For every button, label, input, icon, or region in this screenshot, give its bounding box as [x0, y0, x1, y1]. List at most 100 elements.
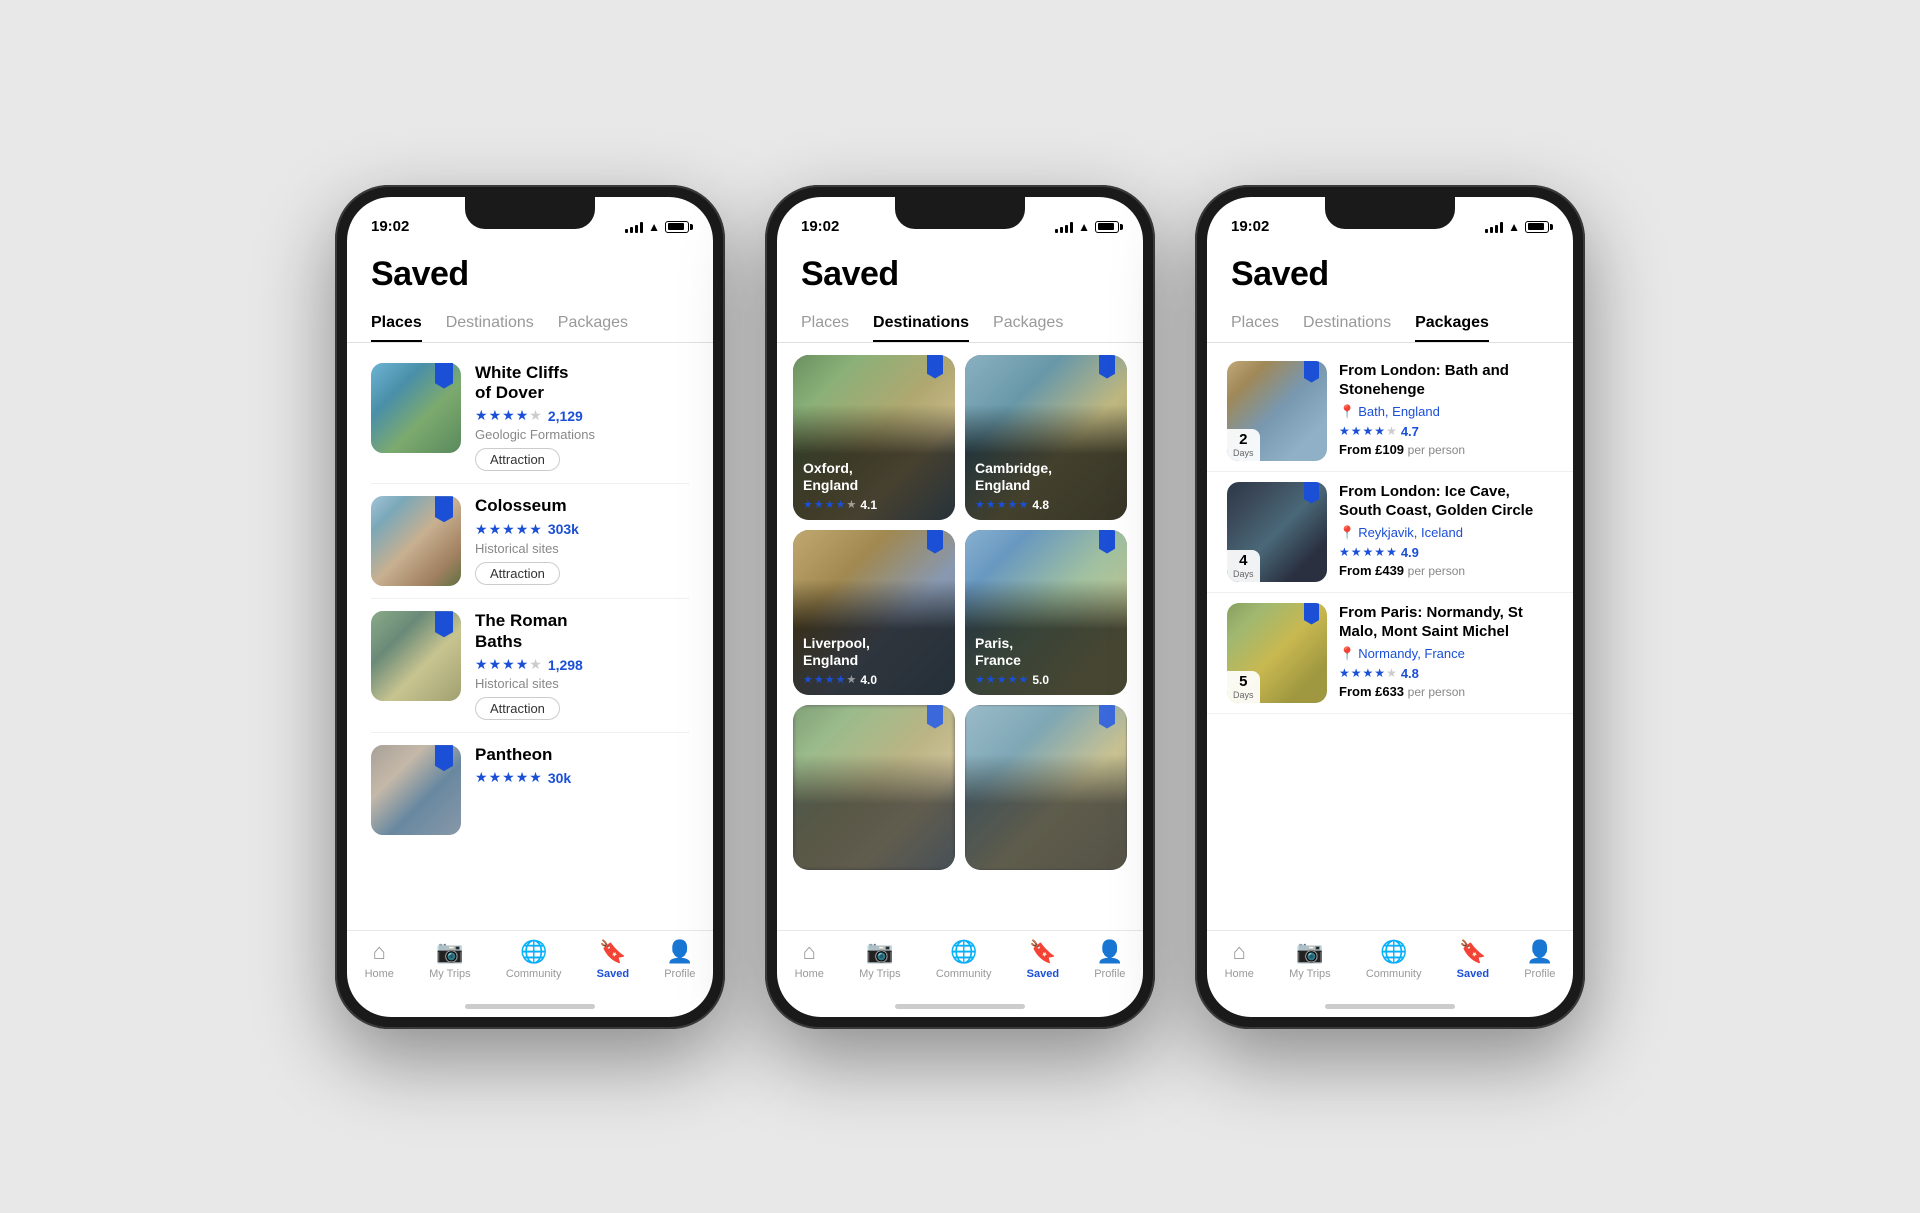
pkg-stars: ★ ★ ★ ★ ★	[1339, 424, 1397, 438]
place-image-wrap	[371, 611, 461, 701]
package-info: From London: Ice Cave, South Coast, Gold…	[1339, 482, 1553, 578]
tab-places[interactable]: Places	[801, 306, 849, 342]
nav-saved[interactable]: 🔖 Saved	[1027, 939, 1059, 980]
home-icon: ⌂	[803, 939, 816, 965]
tab-destinations[interactable]: Destinations	[446, 306, 534, 342]
tabs-places: Places Destinations Packages	[347, 294, 713, 343]
nav-home[interactable]: ⌂ Home	[365, 939, 394, 980]
nav-saved[interactable]: 🔖 Saved	[597, 939, 629, 980]
star-icon: ★	[836, 673, 846, 686]
package-image: 5 Days	[1227, 603, 1327, 703]
nav-profile[interactable]: 👤 Profile	[1524, 939, 1555, 980]
dest-info: Liverpool,England ★ ★ ★ ★ ★	[803, 635, 945, 687]
dest-card-liverpool[interactable]: Liverpool,England ★ ★ ★ ★ ★	[793, 530, 955, 695]
star-icon: ★	[803, 673, 813, 686]
list-item[interactable]: 5 Days From Paris: Normandy, St Malo, Mo…	[1207, 593, 1573, 714]
stars: ★ ★ ★ ★ ★	[475, 521, 542, 538]
nav-home[interactable]: ⌂ Home	[1225, 939, 1254, 980]
nav-my-trips[interactable]: 📷 My Trips	[859, 939, 901, 980]
bottom-nav: ⌂ Home 📷 My Trips 🌐 Community 🔖 Saved	[1207, 930, 1573, 1000]
tab-destinations[interactable]: Destinations	[873, 306, 969, 342]
pkg-days-number: 4	[1239, 552, 1247, 569]
place-info: Pantheon ★ ★ ★ ★ ★ 30k	[475, 745, 689, 789]
pkg-rating-row: ★ ★ ★ ★ ★ 4.8	[1339, 666, 1553, 681]
dest-bookmark-icon	[1099, 530, 1115, 554]
nav-my-trips-label: My Trips	[429, 968, 471, 980]
list-item[interactable]: Pantheon ★ ★ ★ ★ ★ 30k	[347, 733, 713, 847]
user-icon: 👤	[1526, 939, 1553, 965]
star-icon: ★	[1339, 424, 1350, 438]
nav-saved-label: Saved	[1027, 968, 1059, 980]
globe-icon: 🌐	[520, 939, 547, 965]
star-icon: ★	[1339, 666, 1350, 680]
star-icon: ★	[825, 673, 835, 686]
star-empty-icon: ★	[529, 407, 542, 424]
dest-name: Liverpool,England	[803, 635, 945, 669]
pkg-score: 4.9	[1401, 545, 1419, 560]
pkg-days-number: 2	[1239, 431, 1247, 448]
star-icon: ★	[529, 521, 542, 538]
attraction-badge[interactable]: Attraction	[475, 562, 560, 585]
notch	[1325, 197, 1455, 229]
nav-my-trips-label: My Trips	[859, 968, 901, 980]
signal-bars-icon	[1485, 221, 1503, 233]
nav-community[interactable]: 🌐 Community	[936, 939, 992, 980]
tab-packages[interactable]: Packages	[993, 306, 1063, 342]
wifi-icon: ▲	[1078, 220, 1090, 234]
star-icon: ★	[1374, 666, 1385, 680]
list-item[interactable]: 2 Days From London: Bath and Stonehenge …	[1207, 351, 1573, 472]
dest-rating: ★ ★ ★ ★ ★ 4.0	[803, 673, 945, 687]
phone-wrapper: 19:02 ▲ Saved Places Destinat	[335, 185, 1585, 1029]
dest-card-partial1[interactable]	[793, 705, 955, 870]
star-empty-icon: ★	[529, 656, 542, 673]
pkg-score: 4.8	[1401, 666, 1419, 681]
dest-card-cambridge[interactable]: Cambridge,England ★ ★ ★ ★ ★	[965, 355, 1127, 520]
package-info: From London: Bath and Stonehenge 📍 Bath,…	[1339, 361, 1553, 457]
star-icon: ★	[1019, 673, 1029, 686]
review-count: 303k	[548, 521, 579, 537]
pkg-price-value: From £109	[1339, 442, 1404, 457]
star-empty-icon: ★	[847, 498, 857, 511]
home-indicator	[895, 1004, 1025, 1009]
list-item[interactable]: 4 Days From London: Ice Cave, South Coas…	[1207, 472, 1573, 593]
tab-places[interactable]: Places	[371, 306, 422, 342]
nav-my-trips[interactable]: 📷 My Trips	[429, 939, 471, 980]
attraction-badge[interactable]: Attraction	[475, 697, 560, 720]
tab-destinations[interactable]: Destinations	[1303, 306, 1391, 342]
dest-card-paris[interactable]: Paris,France ★ ★ ★ ★ ★ 5.0	[965, 530, 1127, 695]
star-icon: ★	[1351, 424, 1362, 438]
nav-profile[interactable]: 👤 Profile	[664, 939, 695, 980]
dest-card-oxford[interactable]: Oxford,England ★ ★ ★ ★ ★ 4.	[793, 355, 955, 520]
nav-my-trips[interactable]: 📷 My Trips	[1289, 939, 1331, 980]
star-icon: ★	[516, 521, 529, 538]
tab-packages[interactable]: Packages	[558, 306, 628, 342]
nav-profile-label: Profile	[1524, 968, 1555, 980]
nav-home[interactable]: ⌂ Home	[795, 939, 824, 980]
list-item[interactable]: Colosseum ★ ★ ★ ★ ★ 303k	[347, 484, 713, 598]
pkg-rating-row: ★ ★ ★ ★ ★ 4.7	[1339, 424, 1553, 439]
attraction-badge[interactable]: Attraction	[475, 448, 560, 471]
status-time: 19:02	[801, 218, 839, 235]
tab-places[interactable]: Places	[1231, 306, 1279, 342]
pkg-days-label: Days	[1233, 691, 1254, 701]
nav-community[interactable]: 🌐 Community	[1366, 939, 1422, 980]
dest-card-partial2[interactable]	[965, 705, 1127, 870]
user-icon: 👤	[1096, 939, 1123, 965]
place-image-wrap	[371, 363, 461, 453]
star-empty-icon: ★	[847, 673, 857, 686]
pkg-per-person: per person	[1408, 443, 1465, 457]
dest-score: 5.0	[1032, 673, 1049, 687]
nav-profile[interactable]: 👤 Profile	[1094, 939, 1125, 980]
pkg-rating-row: ★ ★ ★ ★ ★ 4.9	[1339, 545, 1553, 560]
dest-stars: ★ ★ ★ ★ ★	[803, 673, 856, 686]
list-item[interactable]: The RomanBaths ★ ★ ★ ★ ★ 1,298	[347, 599, 713, 732]
battery-icon	[1525, 221, 1549, 233]
battery-icon	[665, 221, 689, 233]
nav-saved[interactable]: 🔖 Saved	[1457, 939, 1489, 980]
tab-packages[interactable]: Packages	[1415, 306, 1489, 342]
tabs-packages: Places Destinations Packages	[1207, 294, 1573, 343]
bookmark-badge-icon	[435, 745, 453, 771]
camera-icon: 📷	[1296, 939, 1323, 965]
nav-community[interactable]: 🌐 Community	[506, 939, 562, 980]
list-item[interactable]: White Cliffsof Dover ★ ★ ★ ★ ★ 2,129	[347, 351, 713, 484]
